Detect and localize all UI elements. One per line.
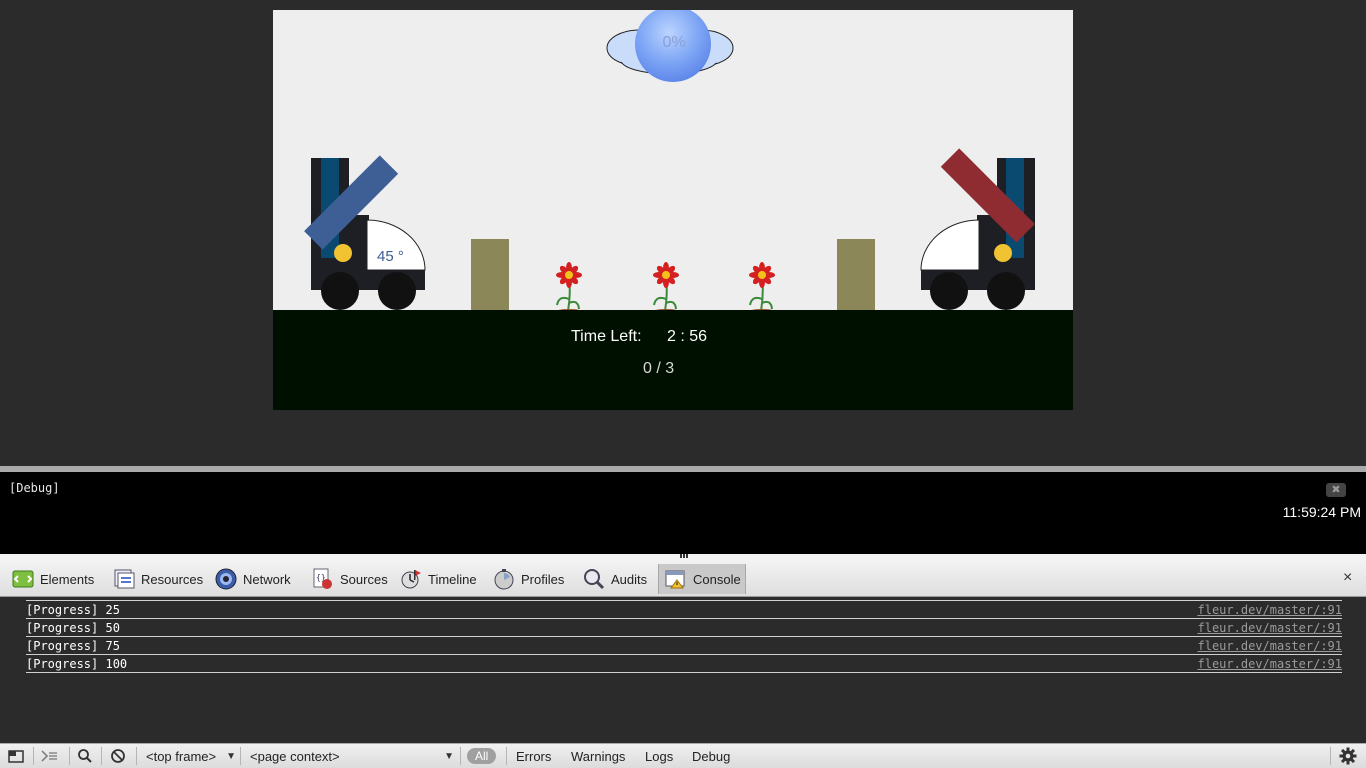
filter-debug[interactable]: Debug xyxy=(692,744,730,768)
tab-timeline[interactable]: Timeline xyxy=(400,564,477,594)
clear-console-icon[interactable] xyxy=(110,744,126,768)
console-message: [Progress] 50 fleur.dev/master/:91 xyxy=(26,618,1342,636)
close-icon[interactable]: ✖ xyxy=(1326,483,1346,497)
tab-profiles[interactable]: Profiles xyxy=(493,564,564,594)
tab-label: Audits xyxy=(611,571,648,587)
frame-select[interactable]: <top frame> ▼ xyxy=(146,744,236,768)
devtools-toolbar: Elements Resources Network {} Sources Ti… xyxy=(0,560,1366,597)
stone-block-right xyxy=(837,239,875,310)
close-devtools-icon[interactable]: × xyxy=(1343,569,1352,587)
elements-icon xyxy=(12,568,34,590)
player-cannon[interactable] xyxy=(304,155,426,310)
tab-resources[interactable]: Resources xyxy=(113,564,203,594)
show-console-drawer-icon[interactable] xyxy=(40,744,58,768)
console-source-link[interactable]: fleur.dev/master/:91 xyxy=(1198,655,1343,673)
console-status-bar: <top frame> ▼ <page context> ▼ All Error… xyxy=(0,743,1366,768)
tab-network[interactable]: Network xyxy=(215,564,291,594)
console-message: [Progress] 100 fleur.dev/master/:91 xyxy=(26,654,1342,673)
dock-toggle-icon[interactable] xyxy=(8,744,26,768)
enemy-cannon xyxy=(920,148,1035,310)
network-icon xyxy=(215,568,237,590)
time-left-label: Time Left: xyxy=(571,328,642,345)
tab-console[interactable]: Console xyxy=(658,564,746,594)
console-source-link[interactable]: fleur.dev/master/:91 xyxy=(1198,601,1343,619)
frame-select-value: <top frame> xyxy=(146,748,217,764)
flower xyxy=(749,262,775,313)
filter-errors[interactable]: Errors xyxy=(516,744,551,768)
console-message: [Progress] 25 fleur.dev/master/:91 xyxy=(26,600,1342,618)
context-select-value: <page context> xyxy=(250,748,340,764)
sources-icon: {} xyxy=(312,568,334,590)
filter-logs[interactable]: Logs xyxy=(645,744,673,768)
filter-warnings[interactable]: Warnings xyxy=(571,744,625,768)
game-canvas[interactable]: 0% 45 ° Time Left: 2 : 56 0 / 3 xyxy=(273,10,1073,410)
console-output[interactable]: [Progress] 25 fleur.dev/master/:91 [Prog… xyxy=(0,597,1366,743)
grip-icon xyxy=(680,554,688,558)
timeline-icon xyxy=(400,568,422,590)
score-counter: 0 / 3 xyxy=(643,360,675,377)
tab-audits[interactable]: Audits xyxy=(583,564,647,594)
tab-sources[interactable]: {} Sources xyxy=(312,564,388,594)
debug-panel: [Debug] ✖ 11:59:24 PM xyxy=(0,466,1366,554)
tab-label: Sources xyxy=(340,571,388,587)
tab-elements[interactable]: Elements xyxy=(12,564,94,594)
tab-label: Console xyxy=(693,571,741,587)
filter-all-label: All xyxy=(467,748,497,764)
console-message-text: [Progress] 75 xyxy=(26,639,120,653)
console-icon xyxy=(665,568,687,590)
console-message-text: [Progress] 100 xyxy=(26,657,128,671)
chevron-down-icon: ▼ xyxy=(226,750,236,762)
gear-icon[interactable] xyxy=(1339,744,1357,768)
flower xyxy=(653,262,679,313)
tab-label: Timeline xyxy=(428,571,477,587)
filter-all[interactable]: All xyxy=(467,744,497,768)
time-left-value: 2 : 56 xyxy=(667,328,708,345)
console-message-text: [Progress] 25 xyxy=(26,603,120,617)
console-source-link[interactable]: fleur.dev/master/:91 xyxy=(1198,619,1343,637)
chevron-down-icon: ▼ xyxy=(444,750,454,762)
audits-icon xyxy=(583,568,605,590)
search-icon[interactable] xyxy=(77,744,93,768)
flower xyxy=(556,262,582,313)
debug-title: [Debug] xyxy=(9,481,60,495)
debug-clock: 11:59:24 PM xyxy=(1282,504,1361,520)
tab-label: Resources xyxy=(141,571,204,587)
console-message: [Progress] 75 fleur.dev/master/:91 xyxy=(26,636,1342,654)
cloud-progress-text: 0% xyxy=(662,34,686,51)
console-message-text: [Progress] 50 xyxy=(26,621,120,635)
profiles-icon xyxy=(493,568,515,590)
resources-icon xyxy=(113,568,135,590)
stone-block-left xyxy=(471,239,509,310)
tab-label: Elements xyxy=(40,571,95,587)
tab-label: Profiles xyxy=(521,571,565,587)
cannon-angle-label: 45 ° xyxy=(377,248,404,265)
console-source-link[interactable]: fleur.dev/master/:91 xyxy=(1198,637,1343,655)
tab-label: Network xyxy=(243,571,291,587)
context-select[interactable]: <page context> ▼ xyxy=(250,744,454,768)
